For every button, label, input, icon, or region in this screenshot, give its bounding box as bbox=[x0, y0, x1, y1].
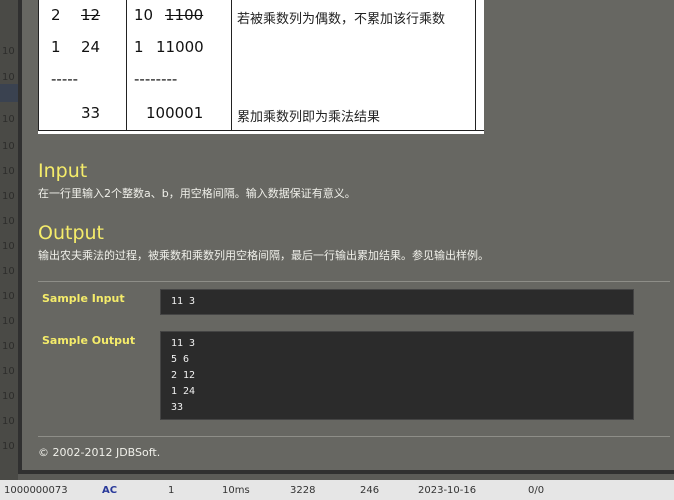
copyright-footer: © 2002-2012 JDBSoft. bbox=[38, 446, 161, 459]
background-row-id: 10 bbox=[2, 316, 15, 327]
binary-multiplicand: 10 bbox=[134, 6, 154, 24]
background-chip bbox=[0, 84, 18, 102]
background-row-id: 10 bbox=[2, 191, 15, 202]
background-row-id: 10 bbox=[2, 416, 15, 427]
background-row-id: 10 bbox=[2, 291, 15, 302]
separator-line: ----- bbox=[51, 70, 79, 88]
background-row-id: 10 bbox=[2, 241, 15, 252]
table-divider bbox=[231, 0, 232, 130]
sample-input-box[interactable]: 11 3 bbox=[160, 289, 634, 315]
run-time: 10ms bbox=[222, 485, 250, 496]
submit-date: 2023-10-16 bbox=[418, 485, 477, 496]
problem-id: 1 bbox=[168, 485, 175, 496]
background-row-id: 10 bbox=[2, 72, 15, 83]
multiplier-struck: 12 bbox=[81, 6, 101, 24]
background-row-id: 10 bbox=[2, 441, 15, 452]
background-row-id: 10 bbox=[2, 114, 15, 125]
code-length: 246 bbox=[360, 485, 380, 496]
multiplicand: 1 bbox=[51, 38, 61, 56]
separator-line: -------- bbox=[134, 70, 178, 88]
binary-total: 100001 bbox=[146, 104, 204, 122]
example-table: 2 12 10 1100 若被乘数列为偶数，不累加该行乘数 1 24 1 110… bbox=[38, 0, 484, 134]
background-row-id: 10 bbox=[2, 341, 15, 352]
sample-output-box[interactable]: 11 3 5 6 2 12 1 24 33 bbox=[160, 331, 634, 420]
divider bbox=[38, 281, 670, 282]
decimal-total: 33 bbox=[81, 104, 101, 122]
background-status-row[interactable]: 1000000073 AC 1 10ms 3228 246 2023-10-16… bbox=[0, 480, 674, 500]
table-border bbox=[38, 0, 39, 130]
binary-multiplicand: 1 bbox=[134, 38, 144, 56]
multiplicand: 2 bbox=[51, 6, 61, 24]
output-description: 输出农夫乘法的过程，被乘数和乘数列用空格间隔，最后一行输出累加结果。参见输出样例… bbox=[38, 249, 489, 262]
background-row-id: 10 bbox=[2, 141, 15, 152]
input-description: 在一行里输入2个整数a、b，用空格间隔。输入数据保证有意义。 bbox=[38, 187, 356, 200]
multiplier: 24 bbox=[81, 38, 101, 56]
binary-multiplier-struck: 1100 bbox=[165, 6, 204, 24]
problem-modal: 2 12 10 1100 若被乘数列为偶数，不累加该行乘数 1 24 1 110… bbox=[18, 0, 674, 474]
run-id: 1000000073 bbox=[4, 485, 68, 496]
total-note: 累加乘数列即为乘法结果 bbox=[237, 110, 381, 125]
divider bbox=[38, 436, 670, 437]
table-divider bbox=[126, 0, 127, 130]
binary-multiplier: 11000 bbox=[156, 38, 204, 56]
sample-output-label: Sample Output bbox=[42, 334, 136, 347]
background-row-id: 10 bbox=[2, 166, 15, 177]
output-heading: Output bbox=[38, 222, 104, 244]
background-row-id: 10 bbox=[2, 46, 15, 57]
table-border bbox=[475, 0, 476, 130]
background-row-id: 10 bbox=[2, 391, 15, 402]
result-badge[interactable]: AC bbox=[102, 485, 117, 496]
background-row-id: 10 bbox=[2, 216, 15, 227]
input-heading: Input bbox=[38, 160, 88, 182]
table-note: 若被乘数列为偶数，不累加该行乘数 bbox=[237, 12, 446, 27]
run-memory: 3228 bbox=[290, 485, 316, 496]
sample-input-label: Sample Input bbox=[42, 292, 125, 305]
background-row-id: 10 bbox=[2, 266, 15, 277]
background-row-id: 10 bbox=[2, 366, 15, 377]
score: 0/0 bbox=[528, 485, 545, 496]
